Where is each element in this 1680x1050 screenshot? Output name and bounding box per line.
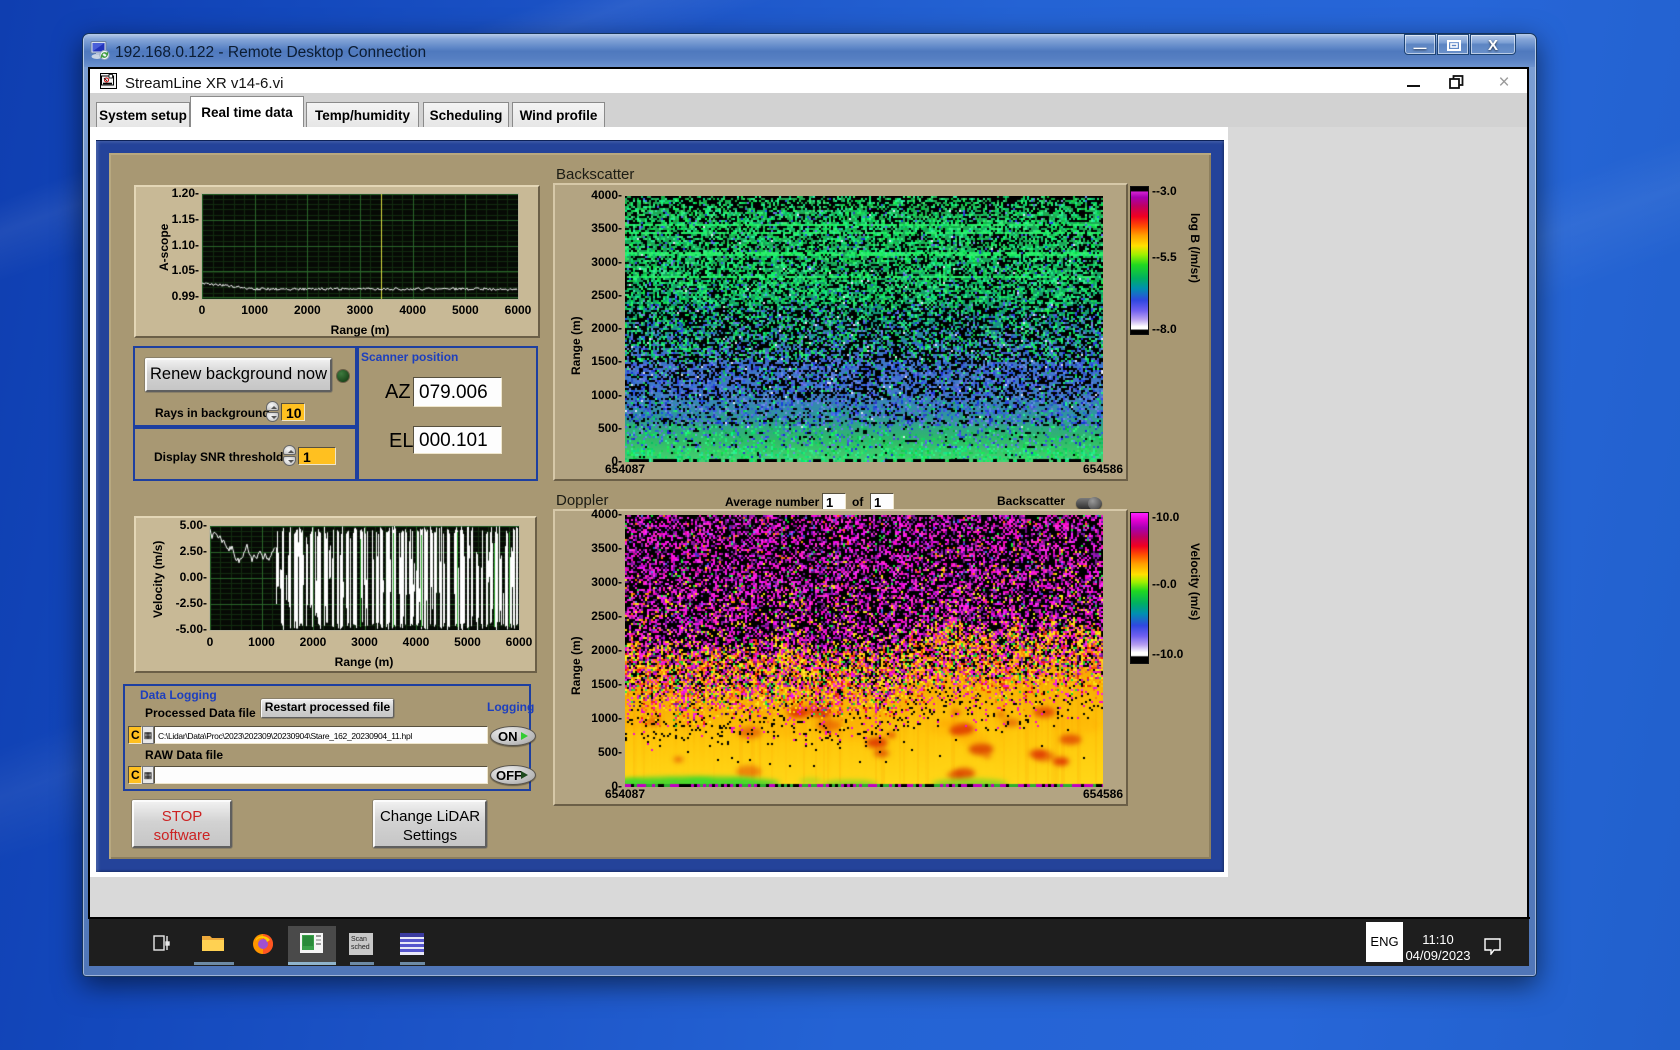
svg-text:Scan: Scan — [351, 936, 367, 943]
svg-text:sched: sched — [351, 944, 370, 951]
